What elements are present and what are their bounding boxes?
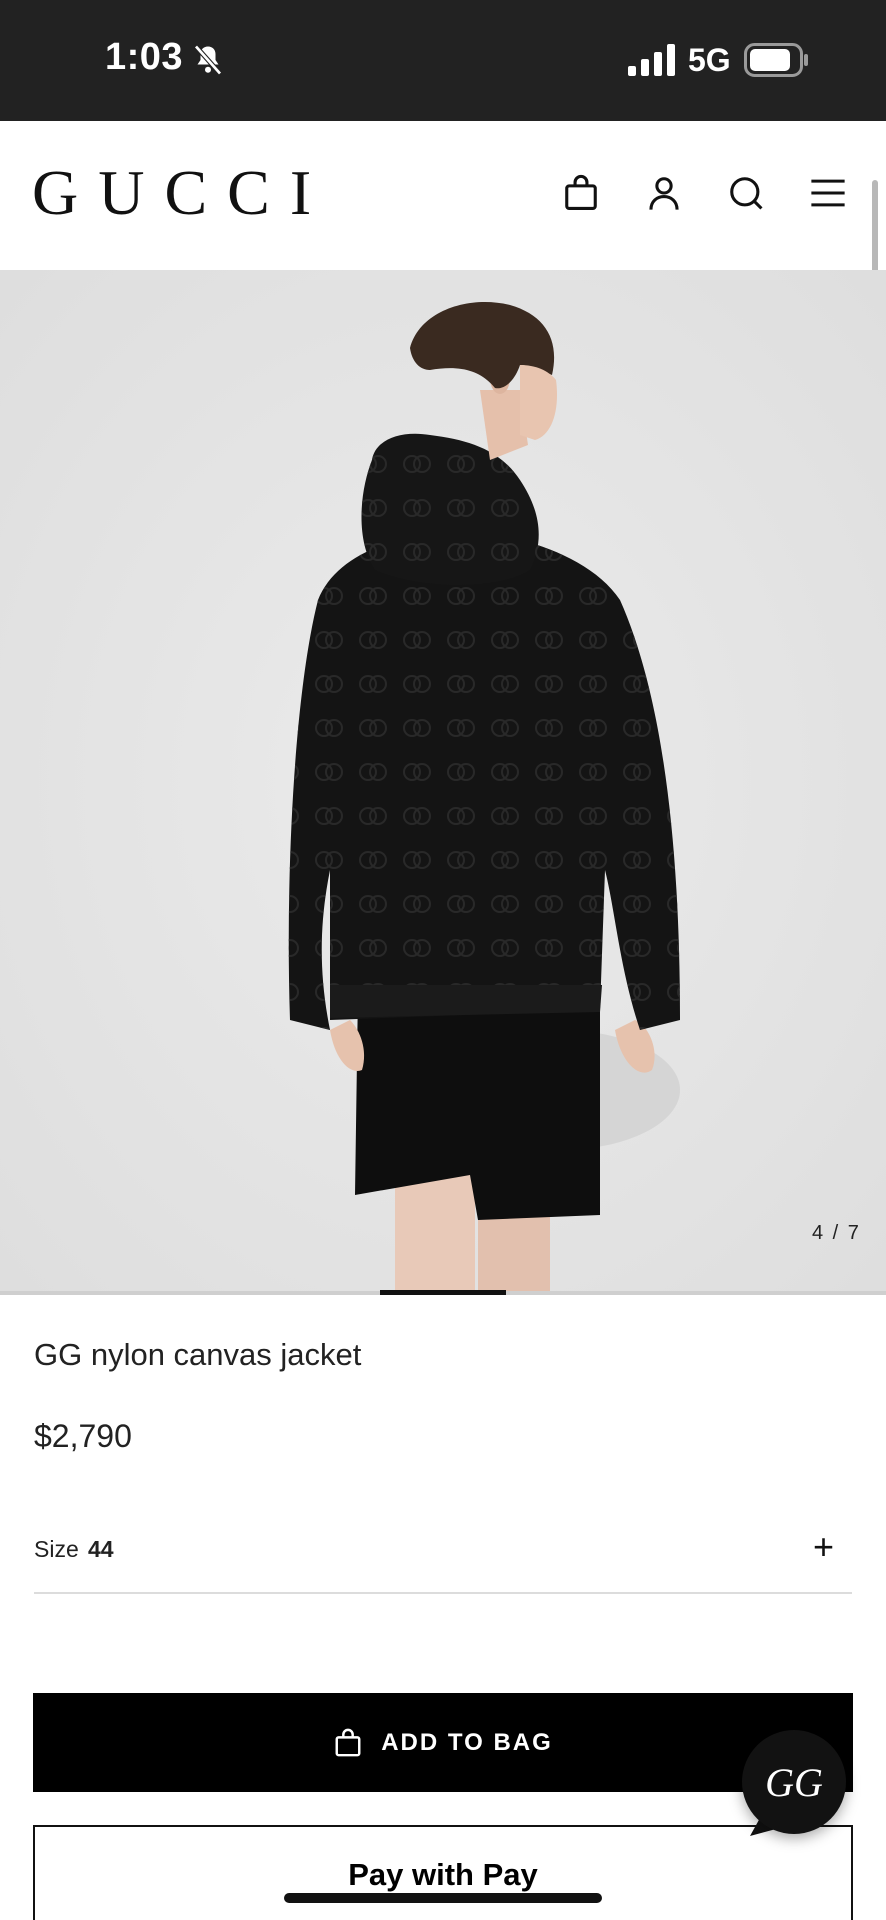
menu-button[interactable] [806, 171, 850, 215]
account-icon [649, 177, 679, 210]
search-icon [730, 177, 763, 210]
battery-icon [744, 43, 808, 77]
bell-slash-icon [194, 44, 222, 76]
product-price: $2,790 [34, 1418, 132, 1454]
account-button[interactable] [642, 171, 686, 215]
expand-plus-icon[interactable]: + [813, 1526, 834, 1568]
signal-icon [628, 44, 675, 76]
shopping-bag-icon [565, 174, 597, 210]
home-indicator[interactable] [284, 1893, 602, 1903]
carousel-progress-indicator [380, 1290, 506, 1295]
product-image[interactable] [0, 270, 886, 1295]
site-header: GUCCI [0, 121, 886, 270]
size-selector[interactable]: Size 44 + [34, 1520, 852, 1594]
add-to-bag-button[interactable]: ADD TO BAG [33, 1693, 853, 1792]
shopping-bag-button[interactable] [559, 171, 603, 215]
shopping-bag-icon [335, 1728, 361, 1756]
apple-pay-button[interactable]: Pay with Pay [33, 1825, 853, 1920]
status-time: 1:03 [105, 36, 184, 78]
size-label: Size [34, 1536, 79, 1562]
gucci-logo[interactable]: GUCCI [32, 161, 331, 225]
gg-chat-icon: GG [765, 1759, 823, 1805]
search-button[interactable] [724, 171, 768, 215]
menu-icon [811, 179, 845, 207]
image-counter: 4 / 7 [812, 1222, 861, 1244]
network-label: 5G [688, 42, 731, 78]
product-title: GG nylon canvas jacket [34, 1337, 362, 1372]
chat-button[interactable]: GG [742, 1730, 846, 1834]
apple-pay-label: Pay with Pay [348, 1857, 538, 1892]
status-bar: 1:03 5G [0, 0, 886, 121]
size-value: 44 [88, 1536, 114, 1562]
product-photo [0, 270, 886, 1295]
add-to-bag-label: ADD TO BAG [381, 1728, 553, 1756]
